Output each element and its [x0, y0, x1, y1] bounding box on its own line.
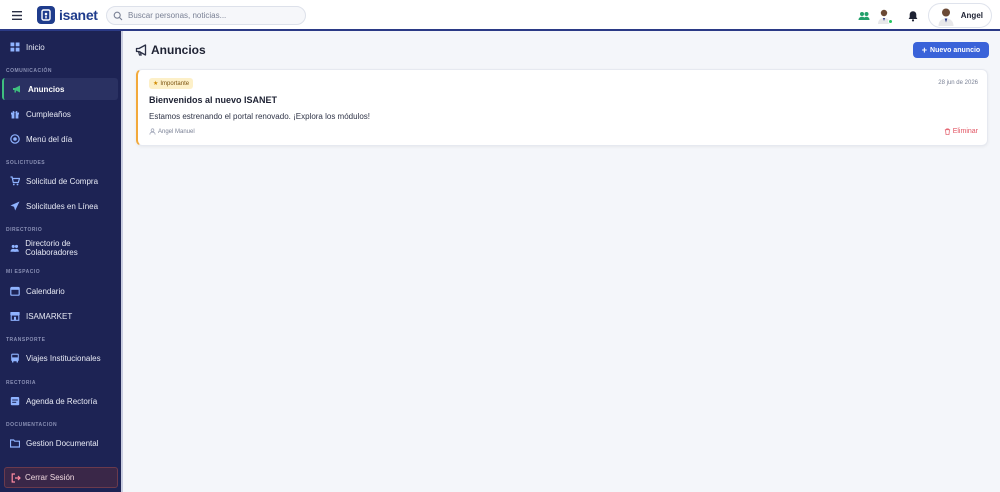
sidebar-item-solicitudes-linea[interactable]: Solicitudes en Línea [2, 195, 118, 217]
announcement-author: Angel Manuel [149, 128, 195, 135]
sidebar-item-label: Cumpleaños [26, 109, 71, 119]
search-icon [113, 11, 123, 20]
sidebar-item-label: Directorio de Colaboradores [25, 239, 78, 257]
cart-icon [10, 176, 20, 186]
user-menu[interactable]: Angel [927, 3, 992, 28]
sidebar-item-inicio[interactable]: Inicio [2, 36, 118, 58]
announcement-title: Bienvenidos al nuevo ISANET [149, 95, 278, 105]
megaphone-icon [135, 44, 147, 56]
brand-name: isanet [59, 7, 98, 23]
sidebar-item-label: Menú del día [26, 134, 73, 144]
sidebar-item-label: ISAMARKET [26, 311, 73, 321]
top-right-controls: Angel [857, 3, 992, 28]
plus-icon: + [921, 45, 928, 55]
sidebar-item-directorio[interactable]: Directorio de Colaboradores [2, 237, 118, 259]
sidebar-item-label: Solicitudes en Línea [26, 201, 99, 211]
sidebar: Inicio COMUNICACIÓN Anuncios Cumpleaños … [0, 31, 123, 492]
avatar[interactable] [877, 8, 893, 24]
brand-logo[interactable]: isanet [37, 6, 98, 24]
sidebar-item-cumpleanos[interactable]: Cumpleaños [2, 103, 118, 125]
sidebar-item-anuncios[interactable]: Anuncios [2, 78, 118, 100]
bus-icon [11, 353, 19, 363]
delete-label: Eliminar [952, 128, 978, 135]
sidebar-item-viajes[interactable]: Viajes Institucionales [2, 347, 118, 369]
sidebar-item-solicitud-compra[interactable]: Solicitud de Compra [2, 170, 118, 192]
hamburger-icon[interactable] [9, 7, 25, 23]
section-label-mi-espacio: MI ESPACIO [6, 269, 41, 275]
grid-icon [10, 42, 20, 52]
user-icon [149, 128, 156, 135]
logo-mark-icon [37, 6, 55, 24]
delete-button[interactable]: Eliminar [944, 128, 978, 135]
sidebar-item-label: Solicitud de Compra [26, 176, 99, 186]
people-icon[interactable] [857, 9, 871, 23]
plate-icon [10, 134, 20, 144]
sidebar-item-label: Inicio [26, 42, 45, 52]
top-bar: isanet Angel [0, 0, 1000, 31]
announcement-date: 28 jun de 2026 [938, 80, 978, 86]
announcement-body: Estamos estrenando el portal renovado. ¡… [149, 112, 371, 121]
gift-icon [11, 110, 19, 119]
calendar-icon [10, 286, 20, 296]
sidebar-item-calendario[interactable]: Calendario [2, 280, 118, 302]
new-announcement-label: Nuevo anuncio [930, 46, 981, 54]
author-name: Angel Manuel [158, 128, 195, 135]
badge-label: Importante [160, 80, 190, 87]
new-announcement-button[interactable]: + Nuevo anuncio [913, 42, 989, 58]
agenda-icon [10, 397, 20, 406]
section-label-directorio: DIRECTORIO [6, 227, 43, 233]
logout-label: Cerrar Sesión [25, 473, 75, 482]
sidebar-item-label: Gestion Documental [26, 438, 99, 448]
sidebar-item-menu-del-dia[interactable]: Menú del día [2, 128, 118, 150]
megaphone-icon [13, 85, 20, 93]
folder-icon [10, 439, 20, 448]
section-label-transporte: TRANSPORTE [6, 337, 46, 343]
sidebar-item-agenda-rectoria[interactable]: Agenda de Rectoría [2, 390, 118, 412]
logout-icon [11, 472, 21, 483]
people-icon [10, 244, 19, 252]
section-label-comunicacion: COMUNICACIÓN [6, 68, 52, 74]
search-input[interactable] [128, 11, 298, 20]
bell-icon[interactable] [907, 10, 919, 22]
sidebar-item-isamarket[interactable]: ISAMARKET [2, 305, 118, 327]
section-label-solicitudes: SOLICITUDES [6, 160, 46, 166]
section-label-documentacion: DOCUMENTACION [6, 422, 58, 428]
sidebar-item-label: Anuncios [28, 84, 65, 94]
sidebar-item-label: Calendario [26, 286, 65, 296]
star-icon: ★ [153, 81, 159, 87]
store-icon [10, 312, 20, 321]
user-name: Angel [960, 11, 983, 20]
avatar [938, 8, 954, 26]
announcement-card: ★ Importante 28 jun de 2026 Bienvenidos … [136, 69, 988, 146]
paper-plane-icon [10, 201, 20, 211]
sidebar-item-gestion-documental[interactable]: Gestion Documental [2, 432, 118, 454]
logout-button[interactable]: Cerrar Sesión [4, 467, 118, 488]
page-title-text: Anuncios [151, 43, 206, 57]
sidebar-item-label: Agenda de Rectoría [26, 396, 98, 406]
search-box[interactable] [106, 6, 306, 25]
page-title: Anuncios [135, 43, 206, 57]
section-label-rectoria: RECTORIA [6, 380, 37, 386]
trash-icon [944, 128, 950, 135]
online-status-dot [887, 18, 893, 24]
sidebar-item-label: Viajes Institucionales [26, 353, 101, 363]
importance-badge: ★ Importante [149, 78, 194, 89]
